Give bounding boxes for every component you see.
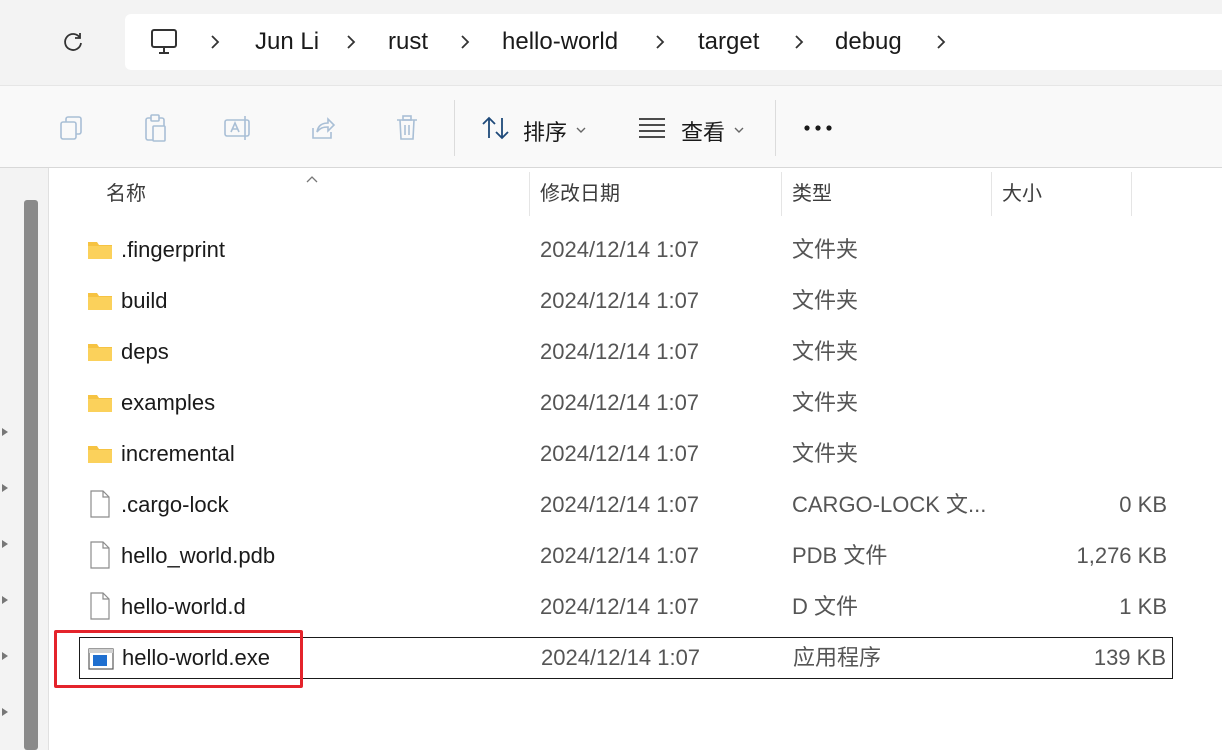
file-row[interactable]: .fingerprint 2024/12/14 1:07 文件夹 [79, 229, 1173, 271]
file-size: 0 KB [1119, 492, 1167, 517]
pin-icon [0, 424, 12, 440]
sort-button[interactable]: 排序 [478, 106, 593, 150]
file-name: .cargo-lock [121, 492, 229, 517]
column-header-name[interactable]: 名称 [96, 168, 526, 218]
column-header-date[interactable]: 修改日期 [530, 168, 780, 218]
chevron-right-icon[interactable] [931, 32, 951, 52]
file-row[interactable]: build 2024/12/14 1:07 文件夹 [79, 280, 1173, 322]
address-area: Jun Li rust hello-world target debug [0, 0, 1222, 85]
file-type: 应用程序 [793, 645, 882, 670]
navigation-pane [0, 168, 48, 750]
file-date: 2024/12/14 1:07 [540, 390, 700, 415]
chevron-right-icon[interactable] [205, 32, 225, 52]
file-row[interactable]: deps 2024/12/14 1:07 文件夹 [79, 331, 1173, 373]
pin-icon [0, 536, 12, 552]
file-date: 2024/12/14 1:07 [540, 288, 700, 313]
file-icon [87, 592, 113, 620]
file-type: PDB 文件 [792, 543, 888, 568]
chevron-right-icon[interactable] [455, 32, 475, 52]
file-row[interactable]: incremental 2024/12/14 1:07 文件夹 [79, 433, 1173, 475]
breadcrumb-item[interactable]: hello-world [502, 14, 618, 70]
pin-icon [0, 592, 12, 608]
folder-icon [87, 289, 113, 313]
file-icon [87, 490, 113, 518]
pin-icon [0, 480, 12, 496]
column-header-size[interactable]: 大小 [992, 168, 1130, 218]
toolbar-divider [454, 100, 455, 156]
breadcrumb-item[interactable]: target [698, 14, 759, 70]
column-header-type[interactable]: 类型 [782, 168, 990, 218]
highlight-annotation-box [54, 630, 303, 688]
file-date: 2024/12/14 1:07 [540, 441, 700, 466]
file-name: .fingerprint [121, 237, 225, 262]
column-divider[interactable] [1131, 172, 1132, 216]
file-size: 1 KB [1119, 594, 1167, 619]
folder-icon [87, 238, 113, 262]
file-name: hello_world.pdb [121, 543, 276, 568]
file-row[interactable]: .cargo-lock 2024/12/14 1:07 CARGO-LOCK 文… [79, 484, 1173, 526]
this-pc-icon[interactable] [149, 28, 179, 56]
breadcrumb-item[interactable]: debug [835, 14, 902, 70]
file-row[interactable]: examples 2024/12/14 1:07 文件夹 [79, 382, 1173, 424]
paste-icon[interactable] [135, 108, 175, 148]
pin-icon [0, 704, 12, 720]
breadcrumb-item[interactable]: rust [388, 14, 428, 70]
rename-icon[interactable] [219, 108, 259, 148]
file-size: 1,276 KB [1076, 543, 1167, 568]
file-name: deps [121, 339, 169, 364]
chevron-down-icon [575, 122, 587, 140]
file-icon [87, 541, 113, 569]
view-icon [637, 116, 667, 143]
file-type: 文件夹 [792, 441, 859, 466]
file-name: hello-world.d [121, 594, 246, 619]
sort-label: 排序 [523, 120, 568, 145]
toolbar-divider [775, 100, 776, 156]
pin-icon [0, 648, 12, 664]
file-size: 139 KB [1093, 645, 1166, 670]
more-options-icon[interactable] [798, 108, 838, 148]
file-row[interactable]: hello-world.d 2024/12/14 1:07 D 文件 1 KB [79, 586, 1173, 628]
breadcrumb-item[interactable]: Jun Li [255, 14, 319, 70]
file-name: build [121, 288, 168, 313]
folder-icon [87, 340, 113, 364]
file-type: CARGO-LOCK 文... [792, 492, 987, 517]
copy-icon[interactable] [51, 108, 91, 148]
chevron-right-icon[interactable] [650, 32, 670, 52]
file-type: 文件夹 [792, 288, 859, 313]
refresh-icon[interactable] [54, 23, 92, 61]
file-date: 2024/12/14 1:07 [540, 237, 700, 262]
file-date: 2024/12/14 1:07 [540, 339, 700, 364]
delete-icon[interactable] [387, 108, 427, 148]
file-date: 2024/12/14 1:07 [540, 492, 700, 517]
view-label: 查看 [681, 120, 726, 145]
file-name: incremental [121, 441, 235, 466]
folder-icon [87, 391, 113, 415]
file-date: 2024/12/14 1:07 [540, 594, 700, 619]
file-row[interactable]: hello_world.pdb 2024/12/14 1:07 PDB 文件 1… [79, 535, 1173, 577]
command-bar: 排序 查看 [0, 85, 1222, 168]
address-bar[interactable]: Jun Li rust hello-world target debug [125, 14, 1222, 70]
folder-icon [87, 442, 113, 466]
view-button[interactable]: 查看 [633, 106, 753, 150]
file-date: 2024/12/14 1:07 [540, 543, 700, 568]
share-icon[interactable] [303, 108, 343, 148]
navigation-scrollbar[interactable] [24, 200, 38, 750]
chevron-down-icon [733, 122, 745, 140]
file-type: 文件夹 [792, 237, 859, 262]
file-name: examples [121, 390, 216, 415]
file-date: 2024/12/14 1:07 [541, 645, 701, 670]
file-type: 文件夹 [792, 339, 859, 364]
file-type: 文件夹 [792, 390, 859, 415]
chevron-right-icon[interactable] [789, 32, 809, 52]
file-type: D 文件 [792, 594, 859, 619]
sort-icon [480, 114, 512, 147]
chevron-right-icon[interactable] [341, 32, 361, 52]
